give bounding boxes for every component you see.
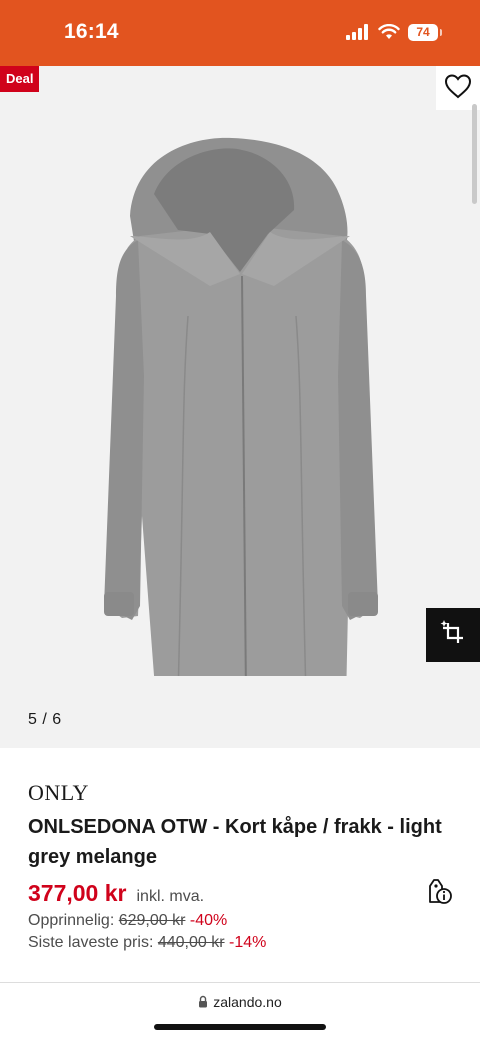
url-text: zalando.no: [213, 994, 282, 1010]
price-row: 377,00 kr inkl. mva.: [28, 880, 204, 907]
product-title: ONLSEDONA OTW - Kort kåpe / frakk - ligh…: [28, 816, 442, 868]
lowest-discount: -14%: [229, 934, 267, 951]
current-price: 377,00 kr: [28, 880, 127, 906]
lowest-price: 440,00 kr: [157, 934, 225, 951]
price-info-button[interactable]: [424, 877, 454, 909]
battery-icon: 74: [408, 23, 442, 41]
find-similar-button[interactable]: [426, 608, 480, 662]
lock-icon: [198, 995, 208, 1011]
price-tag-info-icon: [425, 876, 453, 911]
original-discount: -40%: [189, 912, 228, 929]
crop-sparkle-icon: [439, 619, 467, 652]
original-price-label: Opprinnelig:: [28, 912, 115, 929]
wifi-icon: [378, 24, 400, 40]
image-counter: 5 / 6: [28, 711, 62, 728]
deal-badge: Deal: [0, 66, 40, 92]
product-image-gallery[interactable]: Deal 5 / 6: [0, 66, 480, 748]
lowest-price-line: Siste laveste pris: 440,00 kr -14%: [28, 934, 266, 952]
scrollbar[interactable]: [472, 104, 477, 204]
address-bar[interactable]: zalando.no: [0, 994, 480, 1011]
status-time: 16:14: [64, 20, 119, 43]
status-icons: 74: [346, 22, 442, 42]
product-image[interactable]: [60, 136, 420, 702]
signal-icon: [346, 24, 370, 40]
bottom-divider: [0, 982, 480, 983]
brand-name[interactable]: ONLY: [28, 780, 89, 806]
original-price-line: Opprinnelig: 629,00 kr -40%: [28, 912, 227, 930]
home-indicator[interactable]: [154, 1024, 326, 1030]
original-price: 629,00 kr: [118, 912, 186, 929]
status-bar: 16:14 74: [0, 0, 480, 66]
lowest-price-label: Siste laveste pris:: [28, 934, 154, 951]
vat-note: inkl. mva.: [136, 888, 205, 905]
heart-outline-icon: [444, 73, 472, 104]
